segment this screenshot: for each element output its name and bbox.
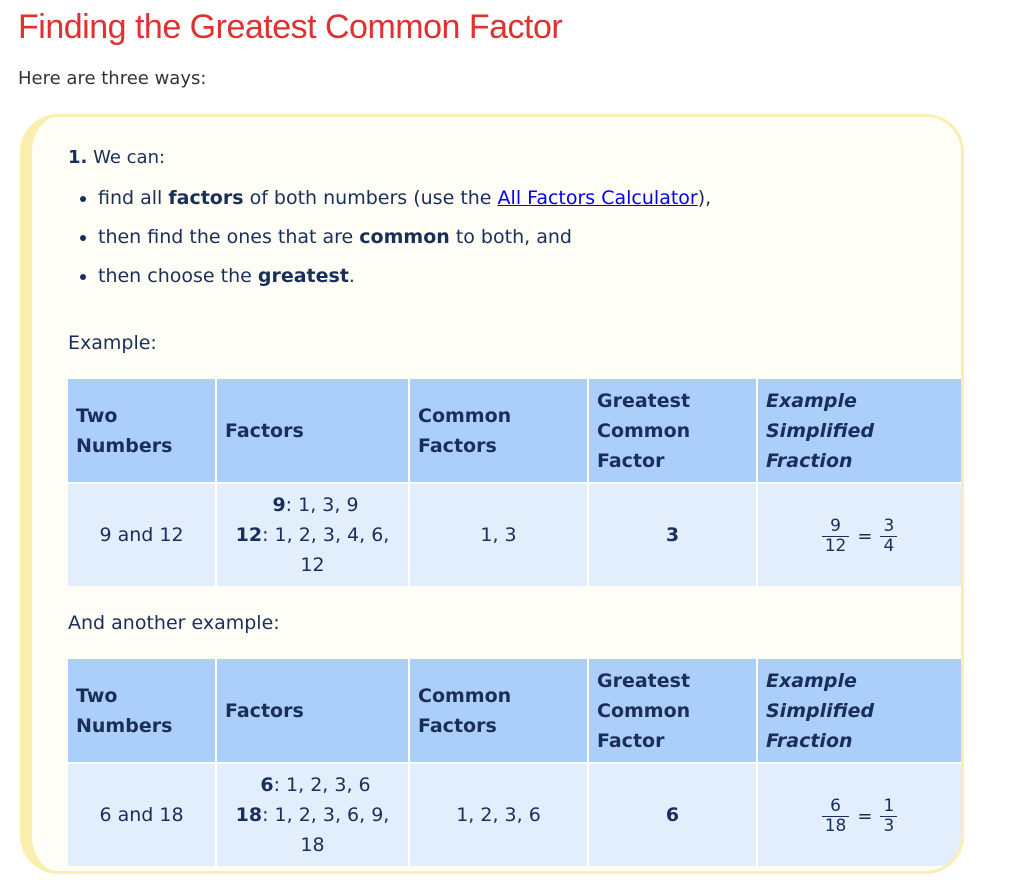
list-item: find all factors of both numbers (use th…	[98, 179, 711, 218]
method-box: 1. We can: find all factors of both numb…	[20, 114, 964, 874]
fraction-left: 9 12	[821, 517, 850, 556]
header-gcf: Greatest Common Factor	[589, 379, 758, 482]
step-bold: greatest	[257, 265, 349, 287]
header-factors: Factors	[217, 379, 410, 482]
step-bold: factors	[168, 187, 244, 209]
another-example-label: And another example:	[68, 612, 280, 634]
header-fraction: Example Simplified Fraction	[758, 659, 961, 762]
step-text: then find the ones that are	[98, 226, 360, 248]
cell-gcf: 3	[589, 482, 758, 586]
table-header-row: Two Numbers Factors Common Factors Greates…	[68, 659, 961, 762]
step-text: .	[348, 265, 355, 287]
example-table-1: Two Numbers Factors Common Factors Greates…	[68, 379, 961, 586]
step-text: find all	[98, 187, 169, 209]
cell-common: 1, 2, 3, 6	[410, 762, 589, 866]
list-item: then choose the greatest.	[98, 257, 711, 296]
header-two-numbers: Two Numbers	[68, 659, 217, 762]
example-label: Example:	[68, 332, 157, 354]
page-title: Finding the Greatest Common Factor	[18, 8, 563, 46]
header-common-factors: Common Factors	[410, 659, 589, 762]
cell-factors: 6: 1, 2, 3, 6 18: 1, 2, 3, 6, 9, 18	[217, 762, 410, 866]
step-text: then choose the	[98, 265, 258, 287]
steps-list: find all factors of both numbers (use th…	[78, 179, 711, 296]
fraction-left: 6 18	[821, 797, 850, 836]
table-row: 9 and 12 9: 1, 3, 9 12: 1, 2, 3, 4, 6, 1…	[68, 482, 961, 586]
method-number: 1.	[68, 147, 88, 168]
header-factors: Factors	[217, 659, 410, 762]
cell-fraction: 9 12 = 34	[758, 482, 961, 586]
step-text: ),	[697, 187, 712, 209]
header-two-numbers: Two Numbers	[68, 379, 217, 482]
example-table-2: Two Numbers Factors Common Factors Greates…	[68, 659, 961, 866]
all-factors-calculator-link[interactable]: All Factors Calculator	[498, 187, 698, 209]
step-text: of both numbers (use the	[243, 187, 498, 209]
step-bold: common	[359, 226, 450, 248]
cell-gcf: 6	[589, 762, 758, 866]
table-row: 6 and 18 6: 1, 2, 3, 6 18: 1, 2, 3, 6, 9…	[68, 762, 961, 866]
header-common-factors: Common Factors	[410, 379, 589, 482]
method-heading: 1. We can:	[68, 147, 165, 168]
cell-fraction: 6 18 = 13	[758, 762, 961, 866]
list-item: then find the ones that are common to bo…	[98, 218, 711, 257]
cell-numbers: 6 and 18	[68, 762, 217, 866]
header-gcf: Greatest Common Factor	[589, 659, 758, 762]
intro-text: Here are three ways:	[18, 68, 207, 89]
table-header-row: Two Numbers Factors Common Factors Greates…	[68, 379, 961, 482]
step-text: to both, and	[449, 226, 572, 248]
header-fraction: Example Simplified Fraction	[758, 379, 961, 482]
fraction-right: 34	[880, 517, 898, 556]
cell-factors: 9: 1, 3, 9 12: 1, 2, 3, 4, 6, 12	[217, 482, 410, 586]
fraction-right: 13	[880, 797, 898, 836]
cell-numbers: 9 and 12	[68, 482, 217, 586]
method-lead: We can:	[93, 147, 166, 168]
cell-common: 1, 3	[410, 482, 589, 586]
